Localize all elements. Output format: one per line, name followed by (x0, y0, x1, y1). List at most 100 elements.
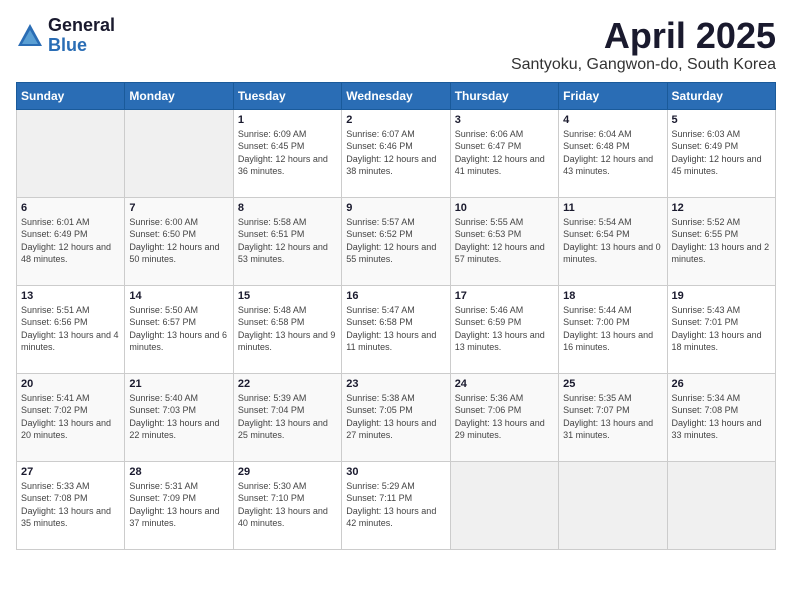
calendar-cell: 17 Sunrise: 5:46 AM Sunset: 6:59 PM Dayli… (450, 285, 558, 373)
calendar-header: SundayMondayTuesdayWednesdayThursdayFrid… (17, 82, 776, 109)
calendar-cell (125, 109, 233, 197)
logo-icon (16, 22, 44, 50)
calendar-cell: 1 Sunrise: 6:09 AM Sunset: 6:45 PM Daylig… (233, 109, 341, 197)
calendar-cell: 24Sunrise: 5:36 AM Sunset: 7:06 PM Dayli… (450, 373, 558, 461)
day-info: Sunrise: 6:03 AM Sunset: 6:49 PM Dayligh… (672, 128, 771, 178)
day-number: 18 (563, 290, 662, 302)
calendar-cell: 21 Sunrise: 5:40 AM Sunset: 7:03 PM Dayli… (125, 373, 233, 461)
calendar-cell: 3 Sunrise: 6:06 AM Sunset: 6:47 PM Daylig… (450, 109, 558, 197)
calendar-cell (17, 109, 125, 197)
day-info: Sunrise: 5:46 AM Sunset: 6:59 PM Dayligh… (455, 304, 554, 354)
day-number: 10 (455, 202, 554, 214)
calendar-cell: 6 Sunrise: 6:01 AM Sunset: 6:49 PM Daylig… (17, 197, 125, 285)
calendar-body: 1 Sunrise: 6:09 AM Sunset: 6:45 PM Daylig… (17, 109, 776, 549)
day-info: Sunrise: 5:48 AM Sunset: 6:58 PM Dayligh… (238, 304, 337, 354)
day-number: 13 (21, 290, 120, 302)
day-info: Sunrise: 5:57 AM Sunset: 6:52 PM Dayligh… (346, 216, 445, 266)
day-number: 4 (563, 114, 662, 126)
day-info: Sunrise: 5:35 AM Sunset: 7:07 PM Dayligh… (563, 392, 662, 442)
day-info: Sunrise: 5:34 AM Sunset: 7:08 PM Dayligh… (672, 392, 771, 442)
day-info: Sunrise: 5:54 AM Sunset: 6:54 PM Dayligh… (563, 216, 662, 266)
day-info: Sunrise: 5:36 AM Sunset: 7:06 PM Dayligh… (455, 392, 554, 442)
day-number: 1 (238, 114, 337, 126)
day-info: Sunrise: 5:40 AM Sunset: 7:03 PM Dayligh… (129, 392, 228, 442)
day-info: Sunrise: 6:07 AM Sunset: 6:46 PM Dayligh… (346, 128, 445, 178)
calendar-cell: 8 Sunrise: 5:58 AM Sunset: 6:51 PM Daylig… (233, 197, 341, 285)
calendar-cell: 27Sunrise: 5:33 AM Sunset: 7:08 PM Dayli… (17, 461, 125, 549)
day-number: 23 (346, 378, 445, 390)
day-header-sunday: Sunday (17, 82, 125, 109)
days-of-week-row: SundayMondayTuesdayWednesdayThursdayFrid… (17, 82, 776, 109)
day-info: Sunrise: 5:41 AM Sunset: 7:02 PM Dayligh… (21, 392, 120, 442)
day-info: Sunrise: 6:04 AM Sunset: 6:48 PM Dayligh… (563, 128, 662, 178)
day-info: Sunrise: 5:44 AM Sunset: 7:00 PM Dayligh… (563, 304, 662, 354)
day-info: Sunrise: 6:06 AM Sunset: 6:47 PM Dayligh… (455, 128, 554, 178)
calendar-week-5: 27Sunrise: 5:33 AM Sunset: 7:08 PM Dayli… (17, 461, 776, 549)
day-info: Sunrise: 5:31 AM Sunset: 7:09 PM Dayligh… (129, 480, 228, 530)
calendar-cell: 5 Sunrise: 6:03 AM Sunset: 6:49 PM Daylig… (667, 109, 775, 197)
day-number: 12 (672, 202, 771, 214)
calendar-table: SundayMondayTuesdayWednesdayThursdayFrid… (16, 82, 776, 550)
day-number: 7 (129, 202, 228, 214)
day-info: Sunrise: 5:39 AM Sunset: 7:04 PM Dayligh… (238, 392, 337, 442)
calendar-cell: 26 Sunrise: 5:34 AM Sunset: 7:08 PM Dayli… (667, 373, 775, 461)
day-info: Sunrise: 5:58 AM Sunset: 6:51 PM Dayligh… (238, 216, 337, 266)
calendar-cell (667, 461, 775, 549)
calendar-cell: 18 Sunrise: 5:44 AM Sunset: 7:00 PM Dayli… (559, 285, 667, 373)
day-info: Sunrise: 5:47 AM Sunset: 6:58 PM Dayligh… (346, 304, 445, 354)
day-number: 3 (455, 114, 554, 126)
day-number: 9 (346, 202, 445, 214)
day-number: 22 (238, 378, 337, 390)
day-info: Sunrise: 5:52 AM Sunset: 6:55 PM Dayligh… (672, 216, 771, 266)
location: Santyoku, Gangwon-do, South Korea (511, 56, 776, 74)
day-info: Sunrise: 5:38 AM Sunset: 7:05 PM Dayligh… (346, 392, 445, 442)
header: General Blue April 2025 Santyoku, Gangwo… (16, 16, 776, 74)
calendar-cell: 13Sunrise: 5:51 AM Sunset: 6:56 PM Dayli… (17, 285, 125, 373)
day-number: 25 (563, 378, 662, 390)
day-header-thursday: Thursday (450, 82, 558, 109)
calendar-cell: 4 Sunrise: 6:04 AM Sunset: 6:48 PM Daylig… (559, 109, 667, 197)
calendar-cell: 22 Sunrise: 5:39 AM Sunset: 7:04 PM Dayli… (233, 373, 341, 461)
day-number: 26 (672, 378, 771, 390)
calendar-week-3: 13Sunrise: 5:51 AM Sunset: 6:56 PM Dayli… (17, 285, 776, 373)
calendar-week-1: 1 Sunrise: 6:09 AM Sunset: 6:45 PM Daylig… (17, 109, 776, 197)
calendar-cell: 30Sunrise: 5:29 AM Sunset: 7:11 PM Dayli… (342, 461, 450, 549)
title-area: April 2025 Santyoku, Gangwon-do, South K… (511, 16, 776, 74)
day-number: 14 (129, 290, 228, 302)
day-info: Sunrise: 5:43 AM Sunset: 7:01 PM Dayligh… (672, 304, 771, 354)
day-number: 6 (21, 202, 120, 214)
day-number: 8 (238, 202, 337, 214)
day-info: Sunrise: 5:30 AM Sunset: 7:10 PM Dayligh… (238, 480, 337, 530)
calendar-cell: 20Sunrise: 5:41 AM Sunset: 7:02 PM Dayli… (17, 373, 125, 461)
logo-general: General (48, 16, 115, 36)
logo: General Blue (16, 16, 115, 56)
day-number: 28 (129, 466, 228, 478)
day-number: 19 (672, 290, 771, 302)
day-info: Sunrise: 6:01 AM Sunset: 6:49 PM Dayligh… (21, 216, 120, 266)
day-info: Sunrise: 5:50 AM Sunset: 6:57 PM Dayligh… (129, 304, 228, 354)
day-number: 17 (455, 290, 554, 302)
calendar-week-4: 20Sunrise: 5:41 AM Sunset: 7:02 PM Dayli… (17, 373, 776, 461)
calendar-week-2: 6 Sunrise: 6:01 AM Sunset: 6:49 PM Daylig… (17, 197, 776, 285)
calendar-cell (450, 461, 558, 549)
day-number: 21 (129, 378, 228, 390)
day-info: Sunrise: 5:55 AM Sunset: 6:53 PM Dayligh… (455, 216, 554, 266)
day-header-wednesday: Wednesday (342, 82, 450, 109)
day-number: 29 (238, 466, 337, 478)
day-number: 5 (672, 114, 771, 126)
day-number: 2 (346, 114, 445, 126)
calendar-cell: 16Sunrise: 5:47 AM Sunset: 6:58 PM Dayli… (342, 285, 450, 373)
calendar-cell: 14 Sunrise: 5:50 AM Sunset: 6:57 PM Dayli… (125, 285, 233, 373)
calendar-cell: 7Sunrise: 6:00 AM Sunset: 6:50 PM Daylig… (125, 197, 233, 285)
day-number: 30 (346, 466, 445, 478)
day-number: 11 (563, 202, 662, 214)
calendar-cell: 11 Sunrise: 5:54 AM Sunset: 6:54 PM Dayli… (559, 197, 667, 285)
calendar-cell: 25 Sunrise: 5:35 AM Sunset: 7:07 PM Dayli… (559, 373, 667, 461)
calendar-cell: 29 Sunrise: 5:30 AM Sunset: 7:10 PM Dayli… (233, 461, 341, 549)
day-number: 27 (21, 466, 120, 478)
day-info: Sunrise: 6:09 AM Sunset: 6:45 PM Dayligh… (238, 128, 337, 178)
day-header-friday: Friday (559, 82, 667, 109)
day-number: 15 (238, 290, 337, 302)
day-header-saturday: Saturday (667, 82, 775, 109)
calendar-cell: 9 Sunrise: 5:57 AM Sunset: 6:52 PM Daylig… (342, 197, 450, 285)
